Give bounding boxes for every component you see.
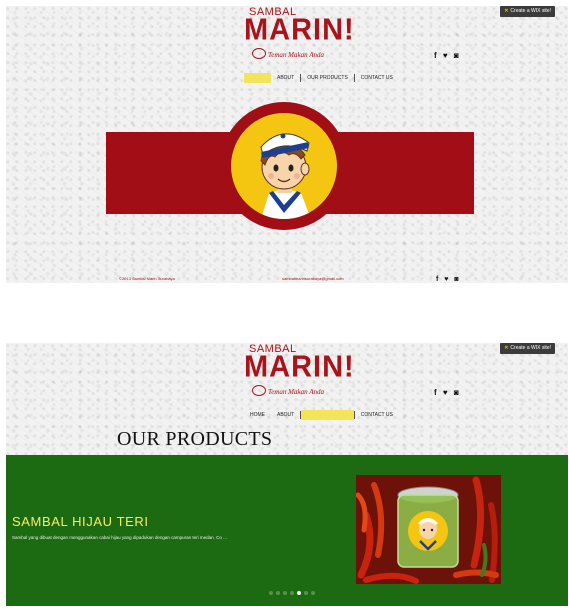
speech-bubble-icon: [252, 48, 266, 59]
facebook-icon[interactable]: f: [434, 51, 439, 60]
nav-about[interactable]: ABOUT: [271, 73, 300, 83]
slider-dot[interactable]: [290, 591, 294, 595]
instagram-icon[interactable]: ◙: [454, 51, 461, 60]
nav-home[interactable]: HOME: [244, 410, 271, 420]
nav-contact-us[interactable]: CONTACT US: [355, 410, 399, 420]
nav-home[interactable]: HOME: [244, 73, 271, 83]
wix-x-icon: ✕: [504, 8, 509, 14]
twitter-icon[interactable]: ♥: [444, 276, 450, 283]
social-links: f ♥ ◙: [434, 388, 461, 397]
nav-contact-us[interactable]: CONTACT US: [355, 73, 399, 83]
nav-our-products[interactable]: OUR PRODUCTS: [301, 73, 354, 83]
speech-bubble-icon: [252, 385, 266, 396]
facebook-icon[interactable]: f: [434, 388, 439, 397]
facebook-icon[interactable]: f: [436, 276, 440, 283]
slider-dot[interactable]: [311, 591, 315, 595]
product-name[interactable]: SAMBAL HIJAU TERI: [12, 514, 149, 529]
instagram-icon[interactable]: ◙: [454, 276, 460, 283]
main-nav: HOME ABOUT OUR PRODUCTS CONTACT US: [244, 410, 399, 420]
wix-badge[interactable]: ✕ Create a WIX site!: [500, 343, 555, 354]
slider-dot[interactable]: [283, 591, 287, 595]
nav-our-products[interactable]: OUR PRODUCTS: [301, 410, 354, 420]
home-screen: ✕ Create a WIX site! SAMBAL MARIN! Teman …: [6, 6, 568, 283]
slider-pagination: [269, 591, 315, 595]
products-screen: ✕ Create a WIX site! SAMBAL MARIN! Teman …: [6, 343, 568, 606]
footer-email[interactable]: sambalmarinsurabaya@gmail.com: [282, 276, 344, 281]
twitter-icon[interactable]: ♥: [443, 388, 450, 397]
brand-tagline: Teman Makan Anda: [268, 388, 324, 396]
wix-x-icon: ✕: [504, 345, 509, 351]
page-title: OUR PRODUCTS: [117, 428, 273, 450]
social-links: f ♥ ◙: [434, 51, 461, 60]
footer-social-links: f ♥ ◙: [436, 276, 461, 283]
mascot-image: [231, 113, 337, 219]
instagram-icon[interactable]: ◙: [454, 388, 461, 397]
wix-badge[interactable]: ✕ Create a WIX site!: [500, 6, 555, 17]
footer-copyright: ©2013 Sambal Marin Surabaya: [119, 276, 175, 281]
product-image[interactable]: [356, 475, 501, 584]
slider-dot[interactable]: [269, 591, 273, 595]
slider-dot[interactable]: [276, 591, 280, 595]
brand-logo[interactable]: MARIN!: [244, 350, 355, 385]
product-slider: SAMBAL HIJAU TERI Sambal yang dibuat den…: [6, 455, 568, 606]
slider-dot[interactable]: [304, 591, 308, 595]
product-description: Sambal yang dibuat dengan menggunakan ca…: [12, 535, 227, 540]
nav-about[interactable]: ABOUT: [271, 410, 300, 420]
main-nav: HOME ABOUT OUR PRODUCTS CONTACT US: [244, 73, 399, 83]
brand-tagline: Teman Makan Anda: [268, 51, 324, 59]
slider-dot-active[interactable]: [297, 591, 301, 595]
brand-logo[interactable]: MARIN!: [244, 13, 355, 48]
twitter-icon[interactable]: ♥: [443, 51, 450, 60]
